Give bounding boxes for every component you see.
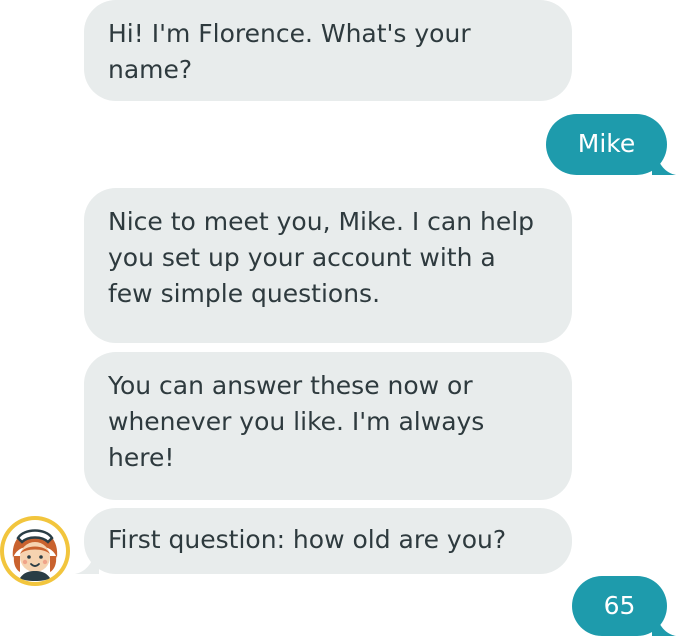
- message-text: You can answer these now or whenever you…: [108, 371, 485, 472]
- bubble-tail-icon: [75, 550, 99, 574]
- nurse-avatar-icon: [0, 516, 70, 586]
- user-message-name: Mike: [546, 114, 676, 175]
- message-text: Nice to meet you, Mike. I can help you s…: [108, 207, 535, 308]
- message-text: Mike: [577, 129, 636, 158]
- bubble-tail-icon: [652, 151, 676, 175]
- bot-message-question: First question: how old are you?: [75, 508, 572, 574]
- chat-conversation: Hi! I'm Florence. What's your name? Mike…: [0, 0, 679, 637]
- bot-message-greeting: Hi! I'm Florence. What's your name?: [84, 0, 572, 101]
- bot-message-intro: Nice to meet you, Mike. I can help you s…: [84, 188, 572, 343]
- user-message-age: 65: [572, 576, 676, 636]
- message-text: Hi! I'm Florence. What's your name?: [108, 19, 471, 84]
- bot-message-reassurance: You can answer these now or whenever you…: [84, 352, 572, 500]
- message-text: First question: how old are you?: [108, 525, 507, 554]
- bubble-tail-icon: [652, 612, 676, 636]
- message-text: 65: [603, 591, 636, 620]
